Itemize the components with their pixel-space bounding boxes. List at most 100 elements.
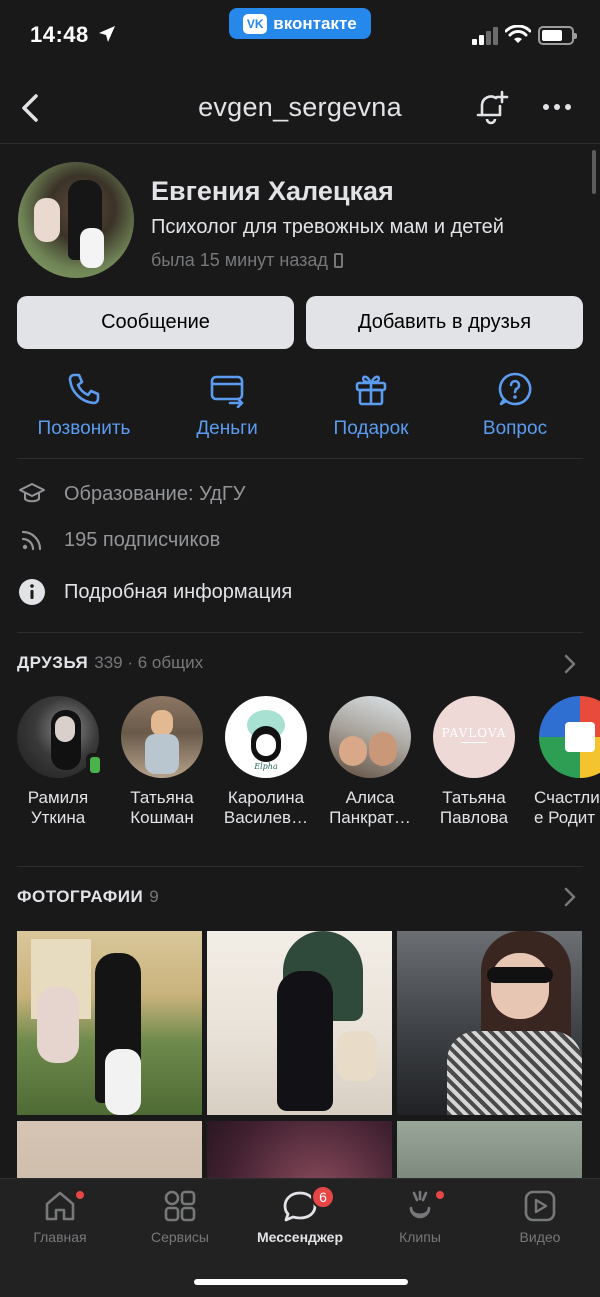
friend-item[interactable]: Рамиля Уткина: [6, 696, 110, 828]
friends-title: ДРУЗЬЯ: [17, 653, 89, 672]
education-row: Образование: УдГУ: [17, 479, 245, 509]
photo-thumbnail[interactable]: [397, 931, 582, 1115]
app-pill-label: вконтакте: [273, 13, 357, 33]
services-grid-icon: [164, 1190, 196, 1222]
friends-count: 339 · 6 общих: [94, 653, 204, 672]
notification-dot: [76, 1191, 84, 1199]
tab-video-label: Видео: [519, 1229, 561, 1245]
photo-thumbnail[interactable]: [397, 1121, 582, 1181]
return-to-app-pill[interactable]: VK вконтакте: [229, 8, 371, 39]
pavlova-logo: PAVLOVA: [441, 726, 507, 740]
tab-services-label: Сервисы: [150, 1229, 209, 1245]
chevron-right-icon[interactable]: [563, 653, 577, 675]
tab-services[interactable]: Сервисы: [120, 1189, 240, 1245]
friend-name: Алиса Панкрат…: [329, 788, 411, 827]
photo-thumbnail[interactable]: [207, 931, 392, 1115]
friend-item[interactable]: Алиса Панкрат…: [318, 696, 422, 828]
friends-header[interactable]: ДРУЗЬЯ 339 · 6 общих: [17, 653, 203, 673]
elpha-logo: Elpha: [254, 762, 278, 771]
money-label: Деньги: [196, 418, 258, 439]
home-icon: [45, 1191, 75, 1221]
friends-list: Рамиля Уткина Татьяна Кошман Elpha Каролин…: [0, 696, 600, 836]
last-seen-text: была 15 минут назад: [151, 250, 328, 270]
clips-icon: [409, 1190, 431, 1219]
money-transfer-icon: [210, 375, 244, 408]
friend-name: Счастли е Родит: [534, 788, 600, 827]
friend-name: Рамиля Уткина: [27, 788, 89, 827]
question-action[interactable]: Вопрос: [445, 370, 585, 440]
photos-count: 9: [149, 887, 159, 906]
bell-add-icon[interactable]: [472, 88, 510, 126]
profile-name: Евгения Халецкая: [151, 176, 394, 206]
message-button[interactable]: Сообщение: [17, 296, 294, 349]
photos-title: ФОТОГРАФИИ: [17, 887, 144, 906]
photo-thumbnail[interactable]: [17, 1121, 202, 1181]
subscribers-row[interactable]: 195 подписчиков: [17, 525, 220, 555]
friend-item[interactable]: Elpha Каролина Василев…: [214, 696, 318, 828]
friend-avatar: [121, 696, 203, 778]
tab-messenger[interactable]: 6 Мессенджер: [240, 1185, 360, 1245]
education-text: Образование: УдГУ: [64, 482, 246, 505]
friend-item[interactable]: PAVLOVA Татьяна Павлова: [422, 696, 526, 828]
navigation-bar: evgen_sergevna: [0, 72, 600, 144]
friend-item[interactable]: Татьяна Кошман: [110, 696, 214, 828]
status-time: 14:48: [30, 22, 89, 47]
wifi-icon: [505, 25, 531, 43]
notification-dot: [436, 1191, 444, 1199]
details-text: Подробная информация: [64, 580, 293, 603]
messenger-badge: 6: [311, 1185, 335, 1209]
profile-actions: Позвонить Деньги Подарок Вопрос: [0, 370, 600, 440]
question-label: Вопрос: [482, 418, 548, 439]
gift-label: Подарок: [333, 418, 409, 439]
friend-name: Татьяна Кошман: [130, 788, 194, 827]
divider: [17, 632, 583, 633]
friend-avatar: PAVLOVA: [433, 696, 515, 778]
tab-home[interactable]: Главная: [0, 1189, 120, 1245]
call-label: Позвонить: [37, 418, 131, 439]
home-indicator[interactable]: [194, 1279, 408, 1285]
photo-thumbnail[interactable]: [17, 931, 202, 1115]
details-row[interactable]: Подробная информация: [17, 577, 292, 607]
tab-clips-label: Клипы: [399, 1229, 441, 1245]
chevron-right-icon[interactable]: [563, 886, 577, 908]
battery-icon: [538, 26, 577, 45]
photos-header[interactable]: ФОТОГРАФИИ 9: [17, 887, 159, 907]
subscribers-text: 195 подписчиков: [64, 528, 221, 551]
online-mobile-indicator: [86, 753, 104, 777]
location-arrow-icon: [99, 26, 115, 42]
video-icon: [524, 1190, 556, 1222]
tab-messenger-label: Мессенджер: [256, 1229, 344, 1245]
page-title: evgen_sergevna: [198, 92, 402, 122]
cellular-signal-icon: [472, 27, 498, 45]
photo-thumbnail[interactable]: [207, 1121, 392, 1181]
question-icon: [498, 372, 532, 406]
friend-avatar: Elpha: [225, 696, 307, 778]
friend-name: Татьяна Павлова: [439, 788, 509, 827]
last-seen: была 15 минут назад: [151, 250, 343, 271]
profile-status: Психолог для тревожных мам и детей: [151, 216, 504, 238]
money-action[interactable]: Деньги: [157, 370, 297, 440]
more-options-icon[interactable]: [538, 88, 576, 126]
phone-icon: [68, 373, 100, 405]
vk-logo-icon: VK: [243, 13, 268, 34]
photos-grid: [17, 931, 583, 1181]
tab-video[interactable]: Видео: [480, 1189, 600, 1245]
tab-home-label: Главная: [33, 1229, 87, 1245]
rss-icon: [17, 525, 47, 555]
friend-avatar: [329, 696, 411, 778]
call-action[interactable]: Позвонить: [14, 370, 154, 440]
scrollbar[interactable]: [592, 150, 596, 194]
friend-name: Каролина Василев…: [223, 788, 309, 827]
info-icon: [17, 577, 47, 607]
profile-avatar[interactable]: [18, 162, 134, 278]
divider: [17, 458, 583, 459]
friend-item[interactable]: Счастли е Родит: [526, 696, 600, 828]
divider: [17, 866, 583, 867]
gift-icon: [355, 375, 387, 406]
add-friend-button[interactable]: Добавить в друзья: [306, 296, 583, 349]
status-bar: 14:48 VK вконтакте: [0, 0, 600, 72]
mobile-device-icon: [333, 253, 343, 268]
tab-clips[interactable]: Клипы: [360, 1189, 480, 1245]
graduation-cap-icon: [17, 479, 47, 509]
gift-action[interactable]: Подарок: [301, 370, 441, 440]
